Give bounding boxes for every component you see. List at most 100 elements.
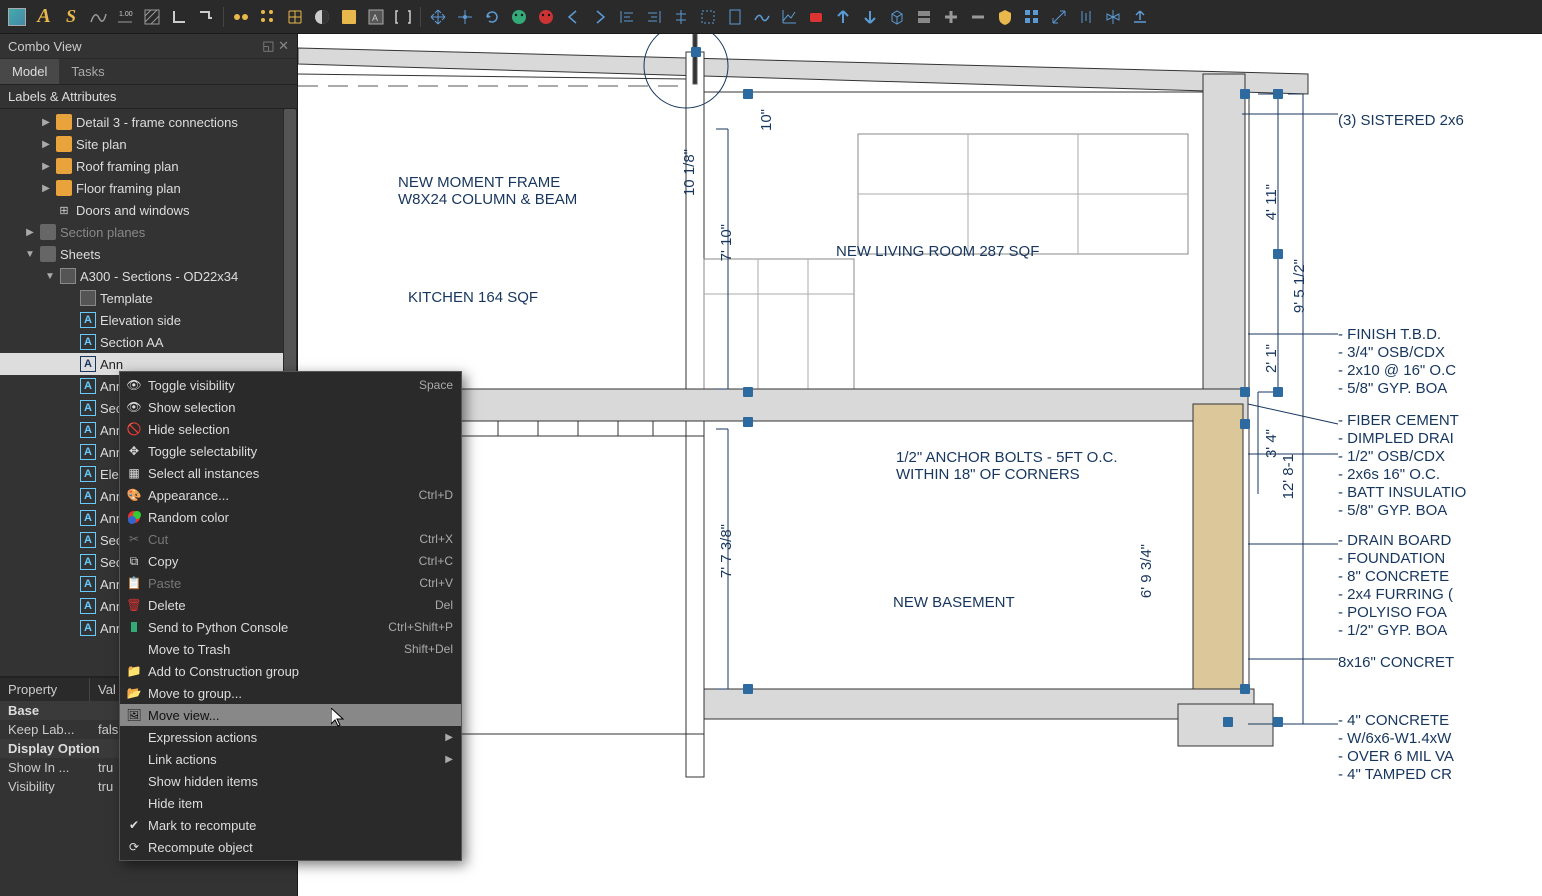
dim-10: 10" xyxy=(758,109,775,131)
refresh-icon[interactable] xyxy=(479,4,505,30)
cm-toggle-selectability[interactable]: ✥Toggle selectability xyxy=(120,440,461,462)
drawing-canvas[interactable]: NEW MOMENT FRAMEW8X24 COLUMN & BEAM KITC… xyxy=(298,34,1542,896)
tree-item-sheets[interactable]: ▼Sheets xyxy=(0,243,297,265)
lattice-icon[interactable] xyxy=(282,4,308,30)
note-sistered: (3) SISTERED 2x6 xyxy=(1338,112,1464,129)
cm-move-view[interactable]: 🖼Move view... xyxy=(120,704,461,726)
align-l-icon[interactable] xyxy=(614,4,640,30)
note-8x16: 8x16" CONCRET xyxy=(1338,654,1454,671)
cm-select-all[interactable]: ▦Select all instances xyxy=(120,462,461,484)
cm-random-color[interactable]: Random color xyxy=(120,506,461,528)
tree-item-floor[interactable]: ▶Floor framing plan xyxy=(0,177,297,199)
label-moment-frame: NEW MOMENT FRAMEW8X24 COLUMN & BEAM xyxy=(398,174,577,208)
cm-copy[interactable]: ⧉CopyCtrl+C xyxy=(120,550,461,572)
diag-icon[interactable] xyxy=(1046,4,1072,30)
align-r-icon[interactable] xyxy=(641,4,667,30)
contrast-icon[interactable] xyxy=(309,4,335,30)
tree-item-template[interactable]: Template xyxy=(0,287,297,309)
box3d-icon[interactable] xyxy=(884,4,910,30)
stack-icon[interactable] xyxy=(911,4,937,30)
up-icon[interactable] xyxy=(830,4,856,30)
bracket-icon[interactable] xyxy=(390,4,416,30)
cm-hide-item[interactable]: Hide item xyxy=(120,792,461,814)
chart-icon[interactable] xyxy=(776,4,802,30)
record-icon[interactable] xyxy=(803,4,829,30)
cm-cut[interactable]: ✂CutCtrl+X xyxy=(120,528,461,550)
tree-item-a300[interactable]: ▼A300 - Sections - OD22x34 xyxy=(0,265,297,287)
upload-icon[interactable] xyxy=(1127,4,1153,30)
label-anchor: 1/2" ANCHOR BOLTS - 5FT O.C.WITHIN 18" O… xyxy=(896,449,1117,483)
dim-icon[interactable]: 1.00 xyxy=(112,4,138,30)
navleft-icon[interactable] xyxy=(560,4,586,30)
center-v-icon[interactable] xyxy=(668,4,694,30)
image-icon[interactable] xyxy=(4,4,30,30)
down-icon[interactable] xyxy=(857,4,883,30)
tag-icon[interactable]: A xyxy=(363,4,389,30)
cm-delete[interactable]: 🗑DeleteDel xyxy=(120,594,461,616)
tree-item-detail3[interactable]: ▶Detail 3 - frame connections xyxy=(0,111,297,133)
shield-icon[interactable] xyxy=(992,4,1018,30)
dim-3-4: 3' 4" xyxy=(1263,429,1280,458)
page-icon[interactable] xyxy=(722,4,748,30)
spline-icon[interactable] xyxy=(85,4,111,30)
grid-blue-icon[interactable] xyxy=(1019,4,1045,30)
label-kitchen: KITCHEN 164 SQF xyxy=(408,289,538,306)
mirror-v-icon[interactable] xyxy=(1100,4,1126,30)
prop-header-property[interactable]: Property xyxy=(0,678,90,701)
hatch-icon[interactable] xyxy=(139,4,165,30)
sel-rect-icon[interactable] xyxy=(695,4,721,30)
tree-item-roof[interactable]: ▶Roof framing plan xyxy=(0,155,297,177)
calc-icon[interactable] xyxy=(336,4,362,30)
tree-item-section-aa[interactable]: ASection AA xyxy=(0,331,297,353)
context-menu: 👁Toggle visibilitySpace 👁Show selection … xyxy=(119,371,462,861)
dim-7-10: 7' 10" xyxy=(718,224,735,261)
mirror-h-icon[interactable] xyxy=(1073,4,1099,30)
cm-hide-selection[interactable]: 🚫Hide selection xyxy=(120,418,461,440)
b-icon[interactable] xyxy=(193,4,219,30)
tree-item-elev-side[interactable]: AElevation side xyxy=(0,309,297,331)
yellow-grid-icon[interactable] xyxy=(255,4,281,30)
move-icon[interactable] xyxy=(425,4,451,30)
good-icon[interactable] xyxy=(506,4,532,30)
bad-icon[interactable] xyxy=(533,4,559,30)
tree-item-section-planes[interactable]: ▶Section planes xyxy=(0,221,297,243)
cm-move-group[interactable]: 📂Move to group... xyxy=(120,682,461,704)
note-block-3: - DRAIN BOARD- FOUNDATION- 8" CONCRETE- … xyxy=(1338,532,1453,640)
dim-9-5: 9' 5 1/2" xyxy=(1291,259,1308,313)
cm-show-selection[interactable]: 👁Show selection xyxy=(120,396,461,418)
dim-12-8: 12' 8-1 xyxy=(1280,454,1297,499)
tree-item-doors[interactable]: ⊞Doors and windows xyxy=(0,199,297,221)
note-block-5: - 4" CONCRETE- W/6x6-W1.4xW- OVER 6 MIL … xyxy=(1338,712,1454,784)
cm-expression-actions[interactable]: Expression actions▶ xyxy=(120,726,461,748)
cm-mark-recompute[interactable]: ✔Mark to recompute xyxy=(120,814,461,836)
dim-7-7: 7' 7 3/8" xyxy=(718,524,735,578)
cm-appearance[interactable]: 🎨Appearance...Ctrl+D xyxy=(120,484,461,506)
note-block-2: - FIBER CEMENT- DIMPLED DRAI- 1/2" OSB/C… xyxy=(1338,412,1466,520)
minus-icon[interactable] xyxy=(965,4,991,30)
tab-tasks[interactable]: Tasks xyxy=(59,59,116,84)
cm-toggle-visibility[interactable]: 👁Toggle visibilitySpace xyxy=(120,374,461,396)
shape-S-icon[interactable]: S xyxy=(58,4,84,30)
cm-add-construction[interactable]: 📁Add to Construction group xyxy=(120,660,461,682)
cm-python[interactable]: Send to Python ConsoleCtrl+Shift+P xyxy=(120,616,461,638)
snap-move-icon[interactable] xyxy=(452,4,478,30)
plus-icon[interactable] xyxy=(938,4,964,30)
cm-trash[interactable]: Move to TrashShift+Del xyxy=(120,638,461,660)
navright-icon[interactable] xyxy=(587,4,613,30)
dim-4-11: 4' 11" xyxy=(1263,184,1280,220)
svg-text:1.00: 1.00 xyxy=(119,11,133,18)
yellow-dots-icon[interactable] xyxy=(228,4,254,30)
panel-controls[interactable]: ◱ ✕ xyxy=(262,38,289,54)
dim-10-18: 10 1/8" xyxy=(681,149,698,196)
wave-icon[interactable] xyxy=(749,4,775,30)
cm-show-hidden[interactable]: Show hidden items xyxy=(120,770,461,792)
tree-item-siteplan[interactable]: ▶Site plan xyxy=(0,133,297,155)
text-A-icon[interactable]: A xyxy=(31,4,57,30)
cm-recompute[interactable]: ⟳Recompute object xyxy=(120,836,461,858)
l-icon[interactable] xyxy=(166,4,192,30)
cm-link-actions[interactable]: Link actions▶ xyxy=(120,748,461,770)
tab-model[interactable]: Model xyxy=(0,59,59,84)
labels-attributes-header: Labels & Attributes xyxy=(0,84,297,109)
cm-paste[interactable]: 📋PasteCtrl+V xyxy=(120,572,461,594)
panel-title: Combo View xyxy=(8,39,81,54)
